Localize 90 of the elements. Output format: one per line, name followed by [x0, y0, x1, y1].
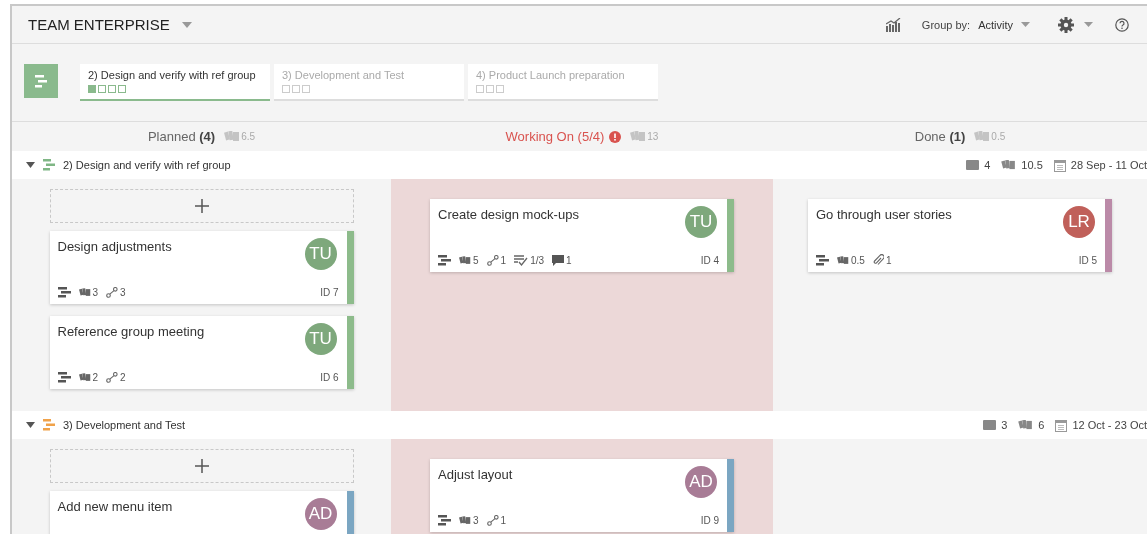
collapse-icon[interactable] — [26, 422, 35, 428]
task-card[interactable]: Design adjustments TU 3 3 ID 7 — [49, 231, 354, 304]
meta-value: 2 — [92, 372, 99, 383]
caret-icon — [1021, 22, 1030, 27]
meta-value: 1 — [566, 255, 572, 266]
group-by-label: Group by: — [921, 18, 971, 31]
swimlane-icon — [816, 254, 829, 266]
lane-effort: 10.5 — [1021, 159, 1043, 171]
avatar: AD — [685, 466, 717, 498]
card-title: Design adjustments — [57, 238, 172, 254]
meta-value: 2 — [120, 372, 126, 383]
card-icon — [966, 160, 980, 170]
meta-value: 5 — [473, 255, 479, 266]
alert-icon — [609, 130, 622, 143]
cards-icon — [1018, 420, 1034, 430]
group-by-dropdown[interactable]: Activity — [978, 18, 1030, 31]
swimlane-icon — [57, 287, 71, 298]
link-icon — [106, 372, 119, 383]
task-card[interactable]: Go through user stories LR 0.5 1 ID 5 — [808, 199, 1112, 272]
cards-icon — [459, 516, 471, 525]
calendar-icon — [1053, 158, 1066, 172]
task-card[interactable]: Add new menu item AD — [49, 491, 354, 534]
avatar: TU — [685, 206, 717, 238]
avatar: TU — [304, 323, 337, 355]
meta-value: 1 — [885, 254, 892, 266]
avatar: TU — [304, 238, 337, 270]
calendar-icon — [1055, 418, 1068, 432]
swimlane-title[interactable]: 2) Design and verify with ref group — [63, 159, 231, 171]
cards-icon — [78, 288, 91, 297]
caret-icon[interactable] — [181, 21, 192, 28]
column-title: Planned (4) — [147, 129, 216, 144]
caret-icon[interactable] — [1084, 22, 1093, 27]
task-card[interactable]: Create design mock-ups TU 5 1 1/3 1 ID 4 — [430, 199, 734, 272]
swimlane-icon — [438, 255, 451, 266]
lane-effort: 6 — [1038, 419, 1045, 431]
cards-icon — [1001, 160, 1017, 170]
meta-value: 0.5 — [851, 254, 865, 266]
card-id: ID 5 — [1078, 254, 1097, 266]
card-title: Adjust layout — [438, 466, 513, 482]
avatar: LR — [1063, 206, 1095, 238]
cards-icon — [78, 373, 91, 382]
lane-dates: 12 Oct - 23 Oct — [1072, 419, 1147, 431]
column-effort: 13 — [647, 131, 659, 142]
card-title: Go through user stories — [816, 206, 952, 222]
card-id: ID 6 — [320, 372, 339, 383]
plus-icon — [194, 459, 209, 473]
link-icon — [106, 287, 119, 298]
card-id: ID 9 — [700, 515, 719, 526]
cards-icon — [459, 256, 471, 265]
phase-tab[interactable]: 2) Design and verify with ref group — [80, 64, 270, 101]
column-title: Done (1) — [914, 129, 966, 144]
card-title: Reference group meeting — [57, 323, 205, 339]
card-title: Add new menu item — [57, 498, 173, 514]
cards-icon — [630, 131, 647, 142]
meta-value: 3 — [473, 515, 479, 526]
link-icon — [486, 255, 499, 266]
column-effort: 0.5 — [991, 131, 1006, 142]
meta-value: 1 — [500, 255, 507, 266]
column-effort: 6.5 — [241, 131, 256, 142]
settings-icon[interactable] — [1058, 16, 1074, 33]
card-title: Create design mock-ups — [438, 206, 579, 222]
lane-card-count: 4 — [984, 159, 991, 171]
card-icon — [983, 420, 997, 430]
avatar: AD — [304, 498, 337, 530]
collapse-icon[interactable] — [26, 162, 35, 168]
cards-icon — [224, 131, 241, 142]
board-title[interactable]: TEAM ENTERPRISE — [28, 16, 170, 33]
card-id: ID 7 — [320, 287, 339, 298]
meta-value: 3 — [120, 287, 126, 298]
cards-icon — [974, 131, 991, 142]
meta-value: 1 — [500, 515, 507, 526]
task-card[interactable]: Adjust layout AD 3 1 ID 9 — [430, 459, 734, 532]
card-id: ID 4 — [700, 255, 719, 266]
cards-icon — [837, 255, 849, 265]
meta-value: 1/3 — [530, 255, 545, 266]
chart-icon[interactable] — [885, 17, 902, 32]
paperclip-icon — [872, 254, 884, 266]
lane-card-count: 3 — [1001, 419, 1008, 431]
help-icon[interactable] — [1115, 17, 1129, 32]
meta-value: 3 — [92, 287, 99, 298]
checklist-icon — [514, 255, 529, 266]
task-card[interactable]: Reference group meeting TU 2 2 ID 6 — [49, 316, 354, 389]
swimlane-icon — [57, 372, 71, 383]
swimlane-title[interactable]: 3) Development and Test — [63, 419, 186, 431]
swimlane-icon — [438, 515, 451, 526]
lane-dates: 28 Sep - 11 Oct — [1070, 159, 1147, 171]
link-icon — [486, 515, 499, 526]
plus-icon — [194, 199, 209, 213]
column-title: Working On (5/4) — [505, 129, 605, 144]
comment-icon — [552, 255, 565, 266]
